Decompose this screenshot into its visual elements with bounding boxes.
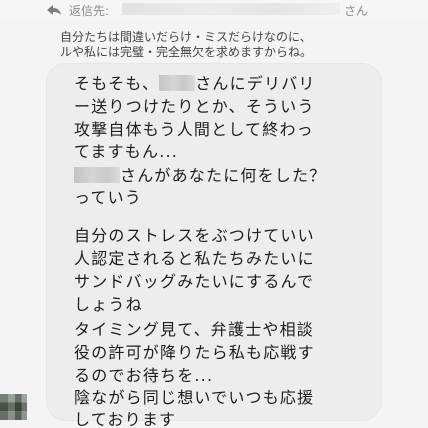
recipient-suffix: さん xyxy=(344,4,369,18)
message-line: っていう xyxy=(74,188,143,207)
redacted-name xyxy=(74,167,120,183)
redacted-recipient-name xyxy=(122,3,340,15)
redacted-name xyxy=(159,75,196,91)
message-text: さんにデリバリ xyxy=(195,74,316,93)
message-line: そもそも、 さんにデリバリ xyxy=(74,74,316,94)
message-line: てますもん... xyxy=(74,142,179,161)
message-line: しょうね xyxy=(74,295,143,314)
message-line: ー送りつけたりとか、そういう xyxy=(74,97,315,116)
sender-avatar[interactable] xyxy=(0,394,27,420)
reply-header: 返信先: さん xyxy=(0,0,428,22)
message-line: 人認定されると私たちみたいに xyxy=(74,249,315,268)
chat-screenshot: 返信先: さん 自分たちは間違いだらけ・ミスだらけなのに、 ルや私には完璧・完全… xyxy=(0,0,428,428)
message-line: るのでお待ちを... xyxy=(74,366,214,385)
message-line: 役の許可が降りたら私も応戦す xyxy=(74,343,315,362)
message-line: 陰ながら同じ想いでいつも応援 xyxy=(74,388,315,407)
message-line: 自分のストレスをぶつけていい xyxy=(74,226,315,245)
quoted-line: 自分たちは間違いだらけ・ミスだらけなのに、 xyxy=(60,30,312,44)
message-line: サンドバッグみたいにするんで xyxy=(74,272,315,291)
quoted-message: 自分たちは間違いだらけ・ミスだらけなのに、 ルや私には完璧・完全無欠を求めますか… xyxy=(60,30,422,60)
message-line: 攻撃自体もう人間として終わっ xyxy=(74,120,314,139)
message-line: しております xyxy=(74,410,177,428)
reply-to-label: 返信先: xyxy=(69,4,110,18)
message-text: そもそも、 xyxy=(74,74,160,93)
reply-arrow-icon xyxy=(47,5,61,15)
quoted-line: ルや私には完璧・完全無欠を求めますからね。 xyxy=(60,45,313,59)
message-text: さんがあなたに何をした？ xyxy=(120,166,327,185)
message-line: タイミング見て、弁護士や相談 xyxy=(74,320,315,339)
message-line: さんがあなたに何をした？ xyxy=(74,166,326,186)
